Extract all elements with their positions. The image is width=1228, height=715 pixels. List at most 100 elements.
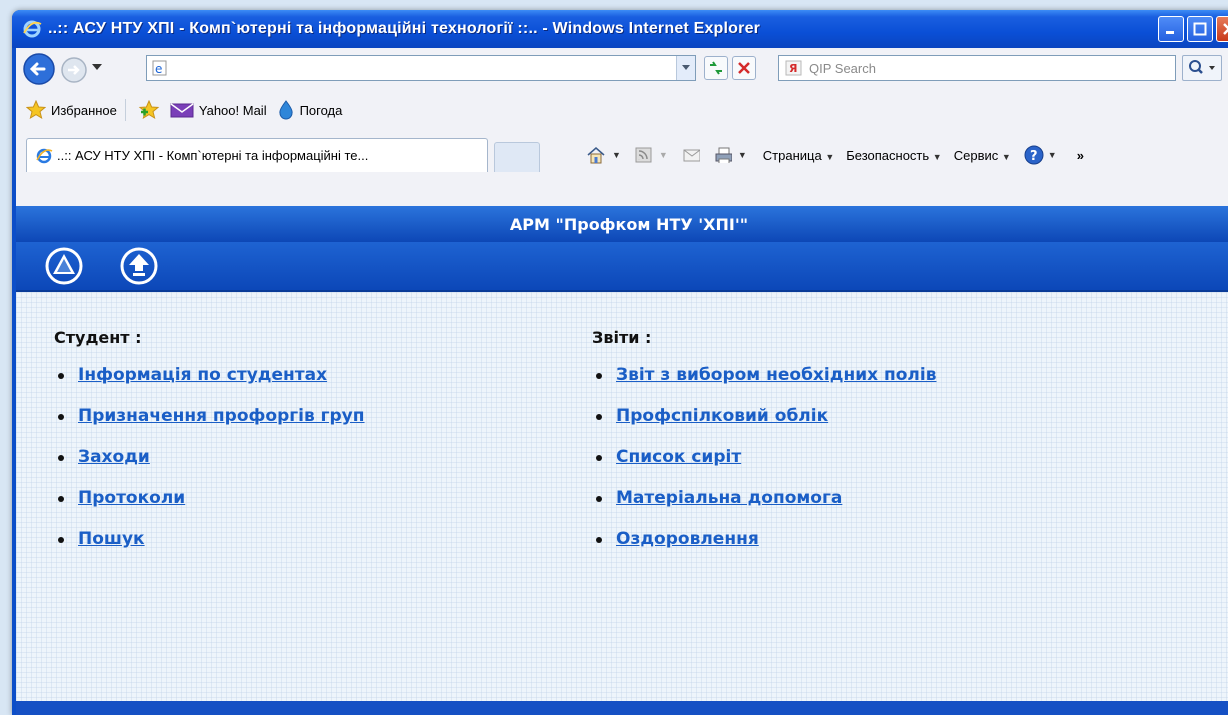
app-header: АРМ "Профком НТУ 'ХПІ'"	[16, 206, 1228, 242]
app-title: АРМ "Профком НТУ 'ХПІ'"	[509, 214, 749, 234]
page-menu[interactable]: Страница ▼	[763, 148, 834, 163]
address-dropdown-button[interactable]	[676, 56, 695, 80]
add-favorites-icon[interactable]	[138, 100, 160, 120]
browser-window: ..:: АСУ НТУ ХПІ - Комп`ютерні та інформ…	[12, 10, 1228, 715]
reports-heading: Звіти :	[592, 328, 652, 347]
link-financial-aid[interactable]: Матеріальна допомога	[616, 488, 842, 508]
list-item: Заходи	[54, 447, 365, 488]
fav-label-yahoo-mail: Yahoo! Mail	[198, 102, 267, 118]
stop-icon	[738, 62, 750, 74]
forward-button[interactable]	[60, 56, 88, 84]
browser-chrome: e Я QIP Search Избранное Yahoo! Mail Пог…	[16, 48, 1228, 206]
status-bar	[16, 701, 1228, 715]
link-protocols[interactable]: Протоколи	[78, 488, 185, 508]
list-item: Пошук	[54, 529, 365, 570]
list-item: Матеріальна допомога	[592, 488, 936, 529]
search-icon	[1189, 60, 1215, 74]
refresh-icon	[710, 61, 722, 75]
link-orphans-list[interactable]: Список сиріт	[616, 447, 741, 467]
rss-dropdown-icon[interactable]: ▼	[659, 150, 668, 160]
back-button[interactable]	[22, 52, 58, 86]
page-content: АРМ "Профком НТУ 'ХПІ'" Студент : Інформ…	[16, 206, 1228, 715]
reports-links: Звіт з вибором необхідних полів Профспіл…	[592, 365, 936, 570]
search-placeholder: QIP Search	[809, 60, 876, 76]
ie-page-icon: e	[152, 60, 167, 76]
link-health-improvement[interactable]: Оздоровлення	[616, 529, 759, 549]
fav-link-weather[interactable]: Погода	[277, 100, 342, 120]
mail-icon	[170, 103, 194, 118]
read-mail-icon[interactable]	[682, 147, 700, 163]
student-links: Інформація по студентах Призначення проф…	[54, 365, 365, 570]
refresh-button[interactable]	[704, 56, 728, 80]
close-icon	[1223, 23, 1228, 35]
favorites-button[interactable]: Избранное	[26, 100, 117, 120]
ie-logo-icon	[23, 20, 42, 38]
command-bar: ▼ ▼ ▼ Страница ▼ Безопасность ▼ Сервис ▼…	[586, 144, 1084, 166]
print-dropdown-icon[interactable]: ▼	[738, 150, 747, 160]
bullet	[58, 373, 64, 379]
bullet	[58, 496, 64, 502]
title-bar[interactable]: ..:: АСУ НТУ ХПІ - Комп`ютерні та інформ…	[12, 10, 1228, 48]
student-heading: Студент :	[54, 328, 142, 347]
favorites-bar: Избранное Yahoo! Mail Погода	[16, 92, 1228, 128]
app-body: Студент : Інформація по студентах Призна…	[16, 292, 1228, 701]
bullet	[596, 537, 602, 543]
warning-triangle-button[interactable]	[44, 246, 84, 286]
reports-section: Звіти : Звіт з вибором необхідних полів …	[592, 328, 936, 570]
maximize-icon	[1193, 22, 1207, 36]
bullet	[58, 455, 64, 461]
close-button[interactable]	[1216, 16, 1228, 42]
browser-tab-active[interactable]: ..:: АСУ НТУ ХПІ - Комп`ютерні та інформ…	[26, 138, 488, 172]
tab-row: ..:: АСУ НТУ ХПІ - Комп`ютерні та інформ…	[16, 130, 1228, 172]
rss-feed-icon[interactable]	[635, 147, 653, 163]
list-item: Оздоровлення	[592, 529, 936, 570]
svg-text:?: ?	[1030, 149, 1038, 164]
search-input[interactable]: Я QIP Search	[778, 55, 1176, 81]
bullet	[596, 414, 602, 420]
tools-menu[interactable]: Сервис ▼	[954, 148, 1011, 163]
bullet	[596, 496, 602, 502]
page-menu-label: Страница	[762, 147, 822, 163]
window-title: ..:: АСУ НТУ ХПІ - Комп`ютерні та інформ…	[48, 20, 761, 37]
svg-text:e: e	[155, 62, 162, 76]
list-item: Призначення профоргів груп	[54, 406, 365, 447]
weather-icon	[278, 100, 293, 120]
ie-tab-icon	[36, 148, 53, 163]
security-menu-label: Безопасность	[846, 147, 930, 163]
maximize-button[interactable]	[1187, 16, 1213, 42]
history-dropdown-icon[interactable]	[92, 64, 102, 72]
help-icon: ?	[1024, 145, 1044, 165]
link-union-register[interactable]: Профспілковий облік	[616, 406, 828, 426]
bullet	[58, 537, 64, 543]
favorites-separator	[124, 99, 126, 121]
link-search[interactable]: Пошук	[78, 529, 145, 549]
star-icon	[26, 100, 46, 120]
address-bar-row: e Я QIP Search	[16, 48, 1228, 90]
list-item: Інформація по студентах	[54, 365, 365, 406]
home-dropdown-icon[interactable]: ▼	[612, 150, 621, 160]
list-item: Профспілковий облік	[592, 406, 936, 447]
new-tab-button[interactable]	[494, 142, 540, 172]
home-icon[interactable]	[586, 146, 606, 164]
list-item: Протоколи	[54, 488, 365, 529]
stop-button[interactable]	[732, 56, 756, 80]
link-events[interactable]: Заходи	[78, 447, 150, 467]
help-button[interactable]: ? ▼	[1023, 144, 1057, 166]
security-menu[interactable]: Безопасность ▼	[846, 148, 941, 163]
bullet	[596, 373, 602, 379]
qip-logo-icon: Я	[785, 60, 802, 76]
print-icon[interactable]	[714, 147, 732, 163]
tools-menu-label: Сервис	[953, 147, 999, 163]
minimize-button[interactable]	[1158, 16, 1184, 42]
address-input[interactable]: e	[146, 55, 696, 81]
upload-arrow-button[interactable]	[119, 246, 159, 286]
bullet	[596, 455, 602, 461]
overflow-chevron[interactable]: »	[1077, 148, 1084, 163]
link-report-fields[interactable]: Звіт з вибором необхідних полів	[616, 365, 936, 385]
link-group-organizers[interactable]: Призначення профоргів груп	[78, 406, 365, 426]
search-button[interactable]	[1182, 55, 1222, 81]
chevron-down-icon	[682, 65, 690, 70]
fav-link-yahoo-mail[interactable]: Yahoo! Mail	[170, 102, 267, 118]
link-student-info[interactable]: Інформація по студентах	[78, 365, 327, 385]
favorites-label: Избранное	[51, 102, 117, 118]
